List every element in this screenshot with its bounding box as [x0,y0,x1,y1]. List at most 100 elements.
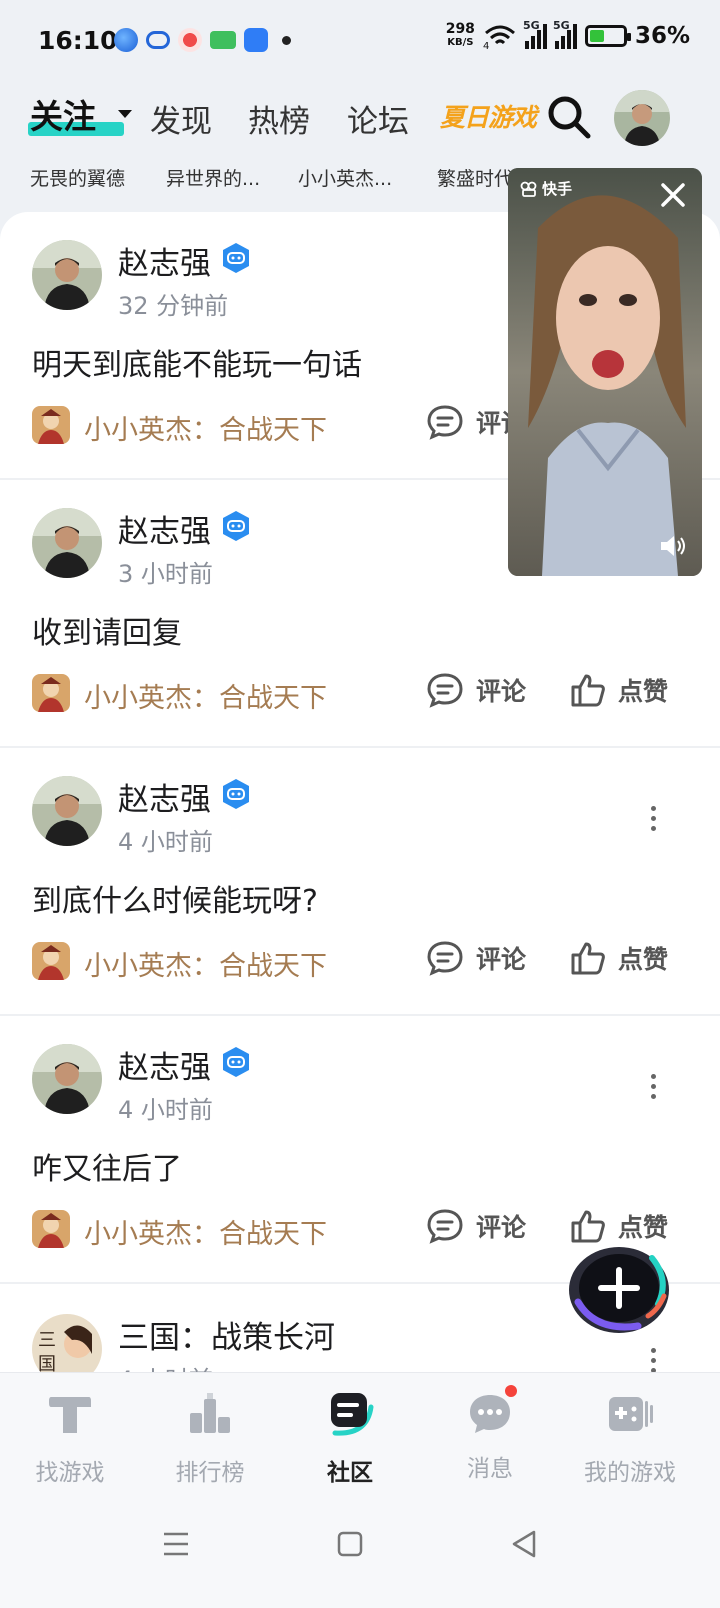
post-body[interactable]: 咋又往后了 [32,1144,182,1188]
user-avatar[interactable] [32,1044,102,1114]
svg-text:4: 4 [483,41,489,49]
create-post-button[interactable] [566,1240,672,1336]
user-name[interactable]: 赵志强 [118,238,211,283]
more-options-icon[interactable] [648,1348,658,1372]
bottom-nav: 找游戏 排行榜 社区 消息 我的游戏 [0,1372,720,1498]
user-name[interactable]: 赵志强 [118,506,211,551]
verified-badge-icon [223,511,249,541]
followed-game-chip[interactable]: 无畏的翼德 [30,164,125,191]
svg-text:三: 三 [38,1330,56,1351]
app-notification-icon [114,28,138,52]
my-games-icon [609,1397,653,1431]
like-button[interactable]: 点赞 [570,672,668,708]
game-link[interactable]: 小小英杰：合战天下 [84,676,327,715]
nav-rankings[interactable]: 排行榜 [140,1383,280,1487]
cell-signal-2: 5G [553,19,577,49]
post-time: 32 分钟前 [118,292,229,320]
close-icon[interactable] [658,180,688,210]
map-notification-icon [178,28,202,52]
menu-icon[interactable] [156,1524,196,1564]
svg-text:国: 国 [38,1354,56,1372]
thumbs-up-icon [571,1210,605,1243]
profile-avatar[interactable] [614,90,670,146]
kuaishou-brand: 快手 [520,178,572,199]
unread-badge-dot [503,1383,519,1399]
tab-follow[interactable]: 关注 [28,90,132,140]
game-icon[interactable] [32,674,70,712]
chat-bubble-icon [427,405,463,440]
cloud-notification-icon [146,31,170,49]
wifi-icon: 4 [483,25,515,49]
post-time: 4 小时前 [118,1360,213,1372]
nav-find-games[interactable]: 找游戏 [0,1383,140,1487]
community-icon [331,1393,374,1436]
game-icon[interactable] [32,942,70,980]
comment-button[interactable]: 评论 [426,672,526,708]
post-time: 3 小时前 [118,560,213,588]
back-icon[interactable] [504,1524,544,1564]
tab-forum[interactable]: 论坛 [347,96,409,141]
like-button[interactable]: 点赞 [570,940,668,976]
volume-icon[interactable] [658,534,688,558]
game-link[interactable]: 小小英杰：合战天下 [84,408,327,447]
tab-discover[interactable]: 发现 [150,96,212,141]
post-body[interactable]: 明天到底能不能玩一句话 [32,340,362,384]
user-avatar[interactable] [32,240,102,310]
chevron-down-icon[interactable] [118,110,132,118]
verified-badge-icon [223,779,249,809]
verified-badge-icon [223,243,249,273]
followed-game-chip[interactable]: 小小英杰... [298,164,392,191]
nav-community[interactable]: 社区 [280,1383,420,1487]
oppo-notification-icon [210,31,236,49]
verified-badge-icon [223,1047,249,1077]
post-body[interactable]: 到底什么时候能玩呀? [32,876,318,920]
rankings-icon [190,1393,230,1433]
system-nav-bar [0,1498,720,1608]
tab-hot-list[interactable]: 热榜 [248,96,310,141]
chat-bubble-icon [427,1209,463,1244]
more-options-icon[interactable] [648,806,658,838]
game-account-name[interactable]: 三国：战策长河 [118,1312,335,1357]
files-notification-icon [244,28,268,52]
battery-percent: 36% [634,23,690,49]
game-link[interactable]: 小小英杰：合战天下 [84,1212,327,1251]
post-time: 4 小时前 [118,828,213,856]
post-body[interactable]: 收到请回复 [32,608,182,652]
user-name[interactable]: 赵志强 [118,774,211,819]
game-avatar[interactable]: 三国 [32,1314,102,1372]
status-time: 16:10 [38,26,118,55]
game-icon[interactable] [32,1210,70,1248]
more-notifications-icon [282,35,291,45]
game-icon[interactable] [32,406,70,444]
feed-post[interactable]: 赵志强 4 小时前 到底什么时候能玩呀? 小小英杰：合战天下 评论 点赞 [0,748,720,1016]
nav-my-games[interactable]: 我的游戏 [560,1383,700,1487]
nav-messages[interactable]: 消息 [420,1383,560,1483]
thumbs-up-icon [571,674,605,707]
game-link[interactable]: 小小英杰：合战天下 [84,944,327,983]
cell-signal-1: 5G [523,19,547,49]
more-options-icon[interactable] [648,1074,658,1106]
followed-game-chip[interactable]: 异世界的... [166,164,260,191]
battery-icon [584,25,631,47]
thumbs-up-icon [571,942,605,975]
user-avatar[interactable] [32,776,102,846]
post-time: 4 小时前 [118,1096,213,1124]
followed-game-chip[interactable]: 繁盛时代 [437,164,513,191]
comment-button[interactable]: 评论 [426,1208,526,1244]
notification-icons [114,28,291,52]
like-button[interactable]: 点赞 [570,1208,668,1244]
floating-video-player[interactable]: 快手 [508,168,702,576]
comment-button[interactable]: 评论 [426,940,526,976]
chat-bubble-icon [427,941,463,976]
kuaishou-logo-icon [520,181,537,197]
tab-summer-games[interactable]: 夏日游戏 [440,98,537,134]
home-icon[interactable] [330,1524,370,1564]
user-avatar[interactable] [32,508,102,578]
net-speed: 298 KB/S [445,21,475,48]
user-name[interactable]: 赵志强 [118,1042,211,1087]
find-games-icon [49,1397,91,1433]
search-icon[interactable] [546,94,592,140]
chat-bubble-icon [427,673,463,708]
status-bar: 16:10 298 KB/S 4 5G 5G 36% [0,0,720,84]
top-nav: 关注 发现 热榜 论坛 夏日游戏 [0,90,720,150]
